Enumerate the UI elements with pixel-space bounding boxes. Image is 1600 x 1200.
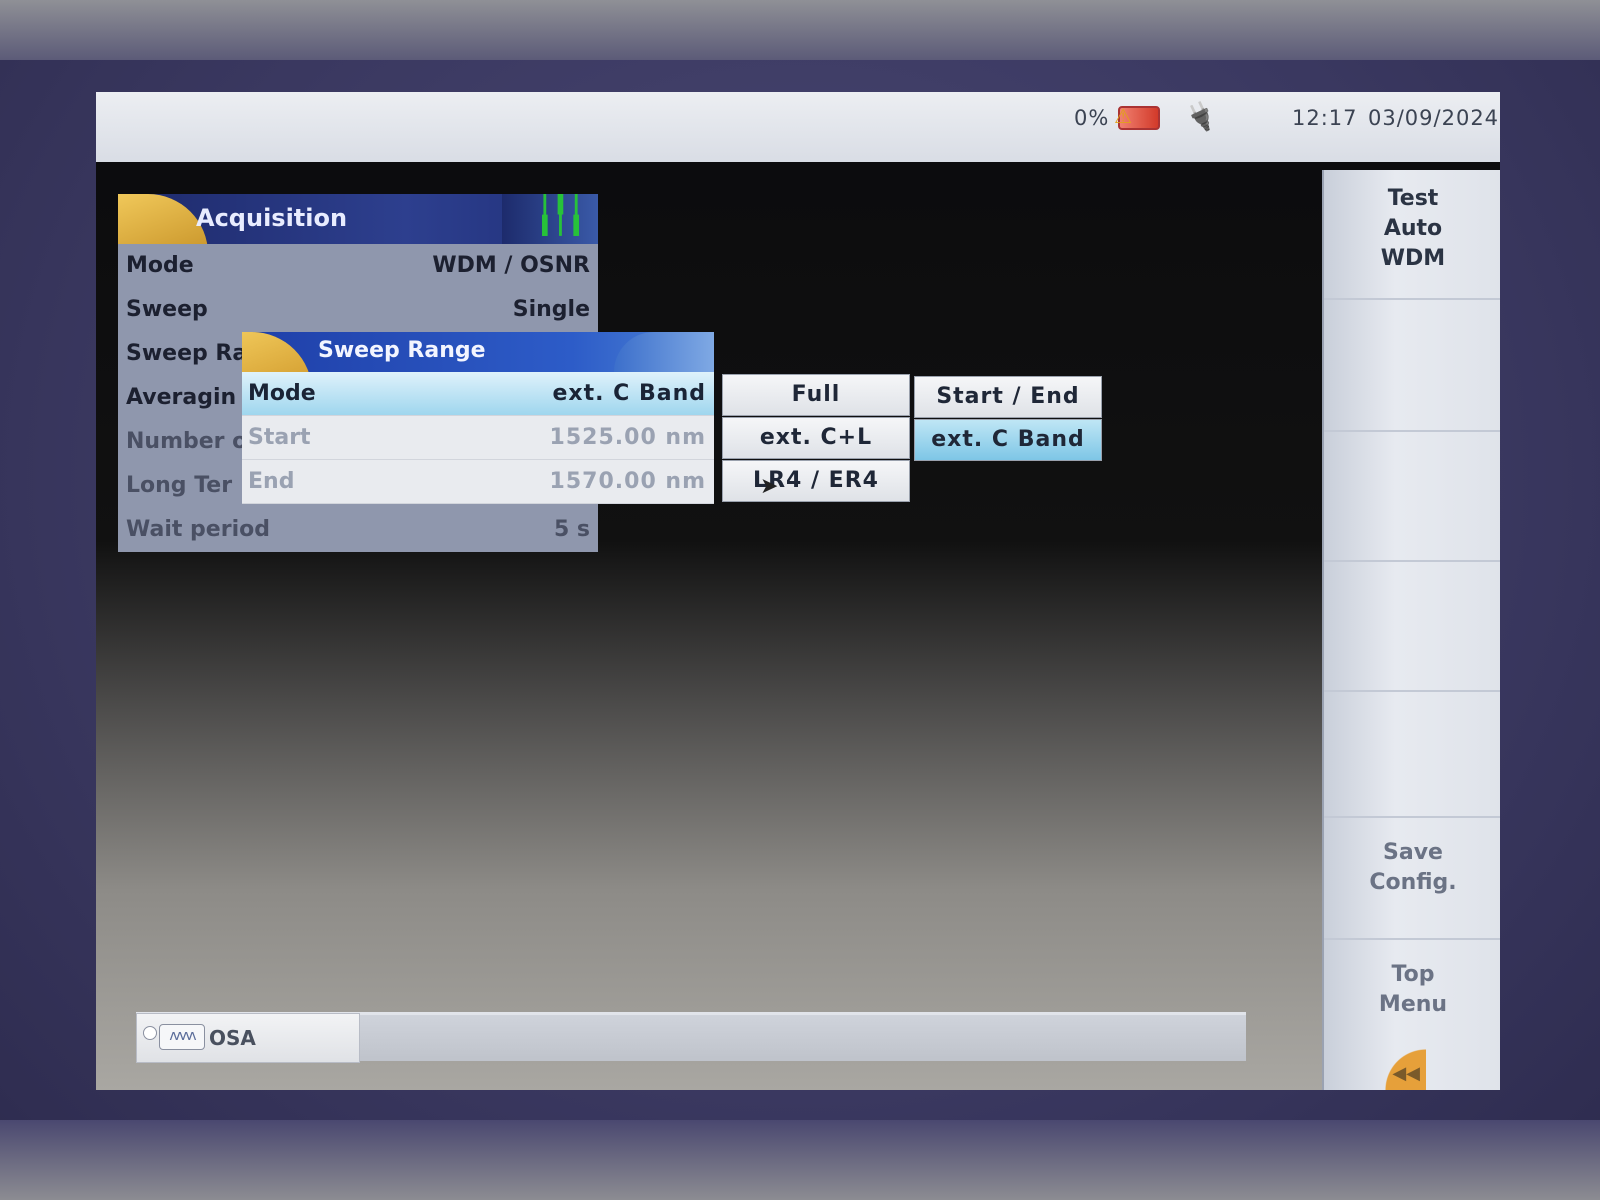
spectrum-icon: ʌʌʌʌ — [159, 1024, 205, 1050]
clock-time: 12:17 — [1292, 106, 1358, 130]
option-lr4-er4-button[interactable]: LR4 / ER4 — [722, 460, 910, 502]
acq-value: Single — [512, 297, 590, 322]
sweep-range-title: Sweep Range — [318, 338, 486, 363]
rewind-icon: ◀◀ — [1392, 1063, 1420, 1084]
softkey-blank-4[interactable] — [1324, 690, 1500, 818]
top-menu-line-2: Menu — [1378, 992, 1448, 1017]
option-ext-c-band-button[interactable]: ext. C Band — [914, 419, 1102, 461]
acquisition-title: Acquisition — [196, 204, 348, 232]
header-swoosh — [242, 332, 312, 372]
sr-value: 1525.00 nm — [549, 425, 706, 450]
battery-percent: 0% — [1074, 106, 1110, 130]
sr-label: Start — [248, 425, 311, 450]
softkey-blank-2[interactable] — [1324, 430, 1500, 562]
sweep-range-row-end[interactable]: End 1570.00 nm — [242, 460, 714, 504]
acq-value: 5 s — [553, 517, 590, 542]
sr-label: Mode — [248, 381, 316, 406]
sr-value: 1570.00 nm — [549, 469, 706, 494]
acq-row-wait-period[interactable]: Wait period 5 s — [118, 508, 598, 552]
test-auto-wdm-line-1: Test — [1387, 186, 1439, 211]
save-config-line-2: Config. — [1369, 870, 1457, 895]
option-start-end-button[interactable]: Start / End — [914, 376, 1102, 418]
osa-tab[interactable]: ʌʌʌʌ OSA — [136, 1013, 360, 1063]
mouse-cursor-icon: ➤ — [760, 474, 779, 499]
save-config-line-1: Save — [1383, 840, 1443, 865]
bottom-tab-bar: ʌʌʌʌ OSA — [136, 1012, 1246, 1063]
acq-label: Averagin — [126, 385, 237, 410]
acq-label: Mode — [126, 253, 194, 278]
softkey-blank-1[interactable] — [1324, 300, 1500, 432]
top-menu-line-1: Top — [1391, 962, 1435, 987]
acq-label: Sweep — [126, 297, 208, 322]
test-auto-wdm-line-3: WDM — [1380, 246, 1446, 271]
header-swoosh — [118, 194, 208, 244]
acq-row-sweep[interactable]: Sweep Single — [118, 288, 598, 332]
acq-label: Long Ter — [126, 473, 233, 498]
back-arrow-corner[interactable]: ◀◀ — [1366, 1040, 1426, 1090]
option-full-button[interactable]: Full — [722, 374, 910, 416]
acq-row-mode[interactable]: Mode WDM / OSNR — [118, 244, 598, 288]
sr-label: End — [248, 469, 295, 494]
bezel-top — [0, 0, 1600, 60]
device-screen: 0% ⚠ 🔌 12:17 03/09/2024 Test Auto WDM Sa… — [96, 92, 1500, 1090]
test-auto-wdm-button[interactable]: Test Auto WDM — [1324, 170, 1500, 300]
acq-label: Sweep Ra — [126, 341, 248, 366]
option-ext-cl-band-button[interactable]: ext. C+L Band — [722, 417, 910, 490]
radio-icon — [143, 1026, 157, 1040]
test-auto-wdm-line-2: Auto — [1383, 216, 1443, 241]
status-bar: 0% ⚠ 🔌 12:17 03/09/2024 — [96, 92, 1500, 162]
bezel-bottom — [0, 1120, 1600, 1200]
sweep-range-header: Sweep Range — [242, 332, 714, 372]
acq-value: WDM / OSNR — [432, 253, 590, 278]
acquisition-header: Acquisition ╽╿╽ — [118, 194, 598, 244]
acq-label: Number o — [126, 429, 248, 454]
sr-value: ext. C Band — [552, 381, 706, 406]
sweep-range-dialog: Sweep Range Mode ext. C Band Start 1525.… — [242, 332, 714, 504]
sweep-range-row-mode[interactable]: Mode ext. C Band — [242, 372, 714, 416]
acq-label: Wait period — [126, 517, 270, 542]
clock-date: 03/09/2024 — [1368, 106, 1500, 130]
header-glass — [614, 332, 714, 372]
warning-icon: ⚠ — [1114, 104, 1132, 128]
save-config-button[interactable]: Save Config. — [1324, 816, 1500, 940]
plug-icon: 🔌 — [1182, 97, 1220, 135]
softkey-blank-3[interactable] — [1324, 560, 1500, 692]
spectrum-logo-icon: ╽╿╽ — [502, 194, 598, 244]
sweep-range-row-start[interactable]: Start 1525.00 nm — [242, 416, 714, 460]
softkey-panel: Test Auto WDM Save Config. Top Menu — [1322, 170, 1500, 1090]
osa-tab-label: OSA — [209, 1026, 256, 1050]
